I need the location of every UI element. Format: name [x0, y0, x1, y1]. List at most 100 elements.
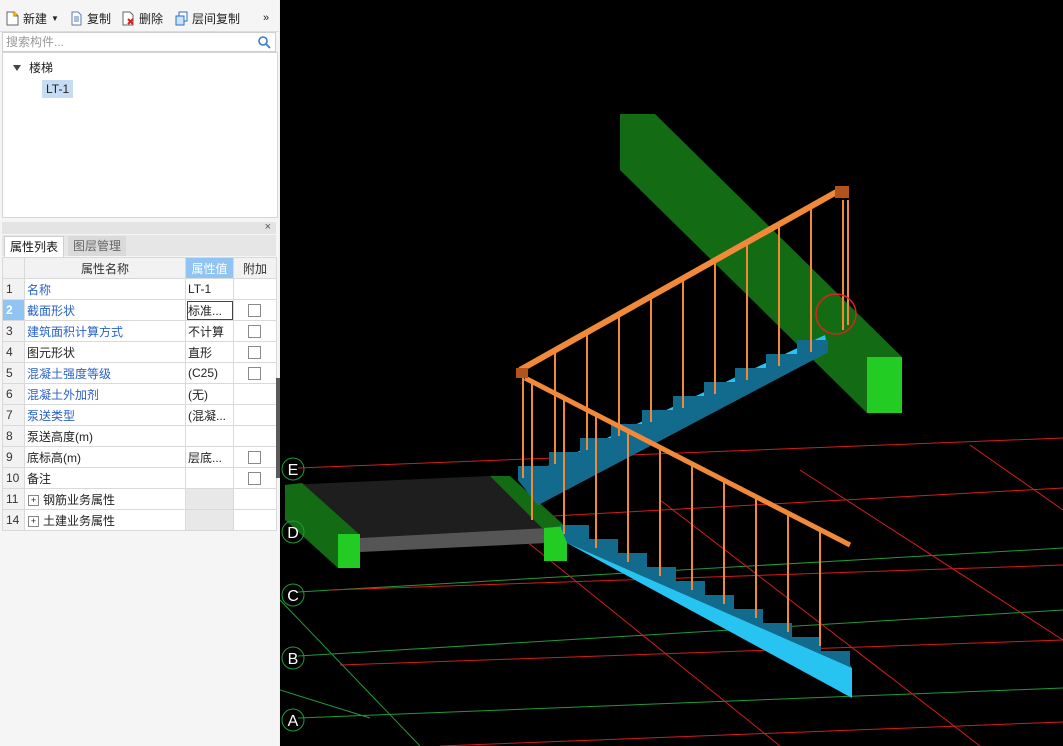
- table-row[interactable]: 6 混凝土外加剂 (无): [2, 383, 277, 405]
- extra-cell: [233, 404, 277, 426]
- floor-copy-label: 层间复制: [192, 11, 241, 26]
- copy-button[interactable]: 复制: [70, 9, 111, 27]
- tab-layer-management[interactable]: 图层管理: [68, 236, 127, 256]
- table-row[interactable]: 14 + 土建业务属性: [2, 509, 277, 531]
- table-row[interactable]: 10 备注: [2, 467, 277, 489]
- close-panel-icon[interactable]: ×: [265, 221, 271, 233]
- property-name: 泵送类型: [24, 404, 186, 426]
- header-property-value: 属性值: [185, 257, 234, 279]
- svg-text:D: D: [287, 525, 299, 542]
- delete-button[interactable]: 删除: [122, 9, 163, 27]
- extra-cell: [233, 278, 277, 300]
- property-value[interactable]: LT-1: [185, 278, 234, 300]
- copy-icon: [71, 11, 82, 25]
- extra-cell: [233, 341, 277, 363]
- extra-cell: [233, 383, 277, 405]
- property-name: 混凝土外加剂: [24, 383, 186, 405]
- row-number: 5: [2, 362, 25, 384]
- lower-stair-flight: [560, 525, 852, 698]
- expand-plus-icon[interactable]: +: [28, 515, 39, 527]
- svg-text:E: E: [288, 462, 299, 479]
- property-name: 混凝土强度等级: [24, 362, 186, 384]
- tree-item-lt1[interactable]: LT-1: [42, 80, 74, 98]
- extra-checkbox[interactable]: [248, 304, 261, 318]
- extra-checkbox[interactable]: [248, 451, 261, 465]
- row-number: 10: [2, 467, 25, 489]
- row-number: 4: [2, 341, 25, 363]
- floor-copy-button[interactable]: 层间复制: [175, 9, 240, 27]
- tree-node-stairs[interactable]: 楼梯: [13, 59, 53, 76]
- table-row[interactable]: 4 图元形状 直形: [2, 341, 277, 363]
- table-row[interactable]: 1 名称 LT-1: [2, 278, 277, 300]
- svg-text:B: B: [288, 651, 299, 668]
- table-row[interactable]: 5 混凝土强度等级 (C25): [2, 362, 277, 384]
- table-row[interactable]: 8 泵送高度(m): [2, 425, 277, 447]
- property-group[interactable]: + 土建业务属性: [24, 509, 186, 531]
- row-number: 1: [2, 278, 25, 300]
- property-value[interactable]: 层底...: [185, 446, 234, 468]
- panel-splitter[interactable]: ×: [2, 221, 276, 234]
- table-row[interactable]: 11 + 钢筋业务属性: [2, 488, 277, 510]
- grid-header-row: 属性名称 属性值 附加: [2, 257, 277, 279]
- row-number: 11: [2, 488, 25, 510]
- extra-cell: [233, 320, 277, 342]
- search-icon[interactable]: [257, 35, 271, 49]
- extra-cell: [233, 488, 277, 510]
- component-tree: 楼梯 LT-1: [2, 52, 278, 218]
- extra-cell: [233, 299, 277, 321]
- extra-checkbox[interactable]: [248, 472, 261, 486]
- table-row[interactable]: 9 底标高(m) 层底...: [2, 446, 277, 468]
- svg-text:C: C: [287, 588, 299, 605]
- table-row[interactable]: 2 截面形状 标准...: [2, 299, 277, 321]
- header-extra: 附加: [233, 257, 277, 279]
- lower-steps: [560, 525, 852, 668]
- table-row[interactable]: 7 泵送类型 (混凝...: [2, 404, 277, 426]
- expand-plus-icon[interactable]: +: [28, 494, 39, 506]
- property-value[interactable]: (无): [185, 383, 234, 405]
- new-button[interactable]: 新建 ▼: [6, 9, 59, 27]
- row-number: 6: [2, 383, 25, 405]
- row-number: 3: [2, 320, 25, 342]
- extra-checkbox[interactable]: [248, 325, 261, 339]
- landing: [285, 476, 567, 568]
- property-value[interactable]: (混凝...: [185, 404, 234, 426]
- header-property-name: 属性名称: [24, 257, 186, 279]
- property-name: 泵送高度(m): [24, 425, 186, 447]
- collapse-triangle-icon[interactable]: [13, 64, 21, 71]
- axis-label-b: B: [281, 646, 305, 670]
- property-name: 名称: [24, 278, 186, 300]
- new-label: 新建: [23, 11, 48, 26]
- toolbar: 新建 ▼ 复制 删除 层间复制 »: [0, 0, 279, 32]
- component-panel: 新建 ▼ 复制 删除 层间复制 » 楼梯 LT-1 × 属性列表 图层管理: [0, 0, 279, 746]
- axis-label-a: A: [281, 708, 305, 732]
- 3d-viewport[interactable]: E D C B A: [280, 0, 1063, 746]
- extra-checkbox[interactable]: [248, 346, 261, 360]
- extra-cell: [233, 509, 277, 531]
- property-value[interactable]: 不计算: [185, 320, 234, 342]
- toolbar-overflow-button[interactable]: »: [263, 9, 269, 27]
- stair-3d-model: E D C B A: [280, 114, 1063, 746]
- search-input[interactable]: [3, 33, 257, 51]
- property-value[interactable]: 标准...: [185, 299, 234, 321]
- property-value[interactable]: (C25): [185, 362, 234, 384]
- tab-property-list[interactable]: 属性列表: [4, 236, 65, 257]
- table-row[interactable]: 3 建筑面积计算方式 不计算: [2, 320, 277, 342]
- row-number: 14: [2, 509, 25, 531]
- row-number: 2: [2, 299, 25, 321]
- property-group[interactable]: + 钢筋业务属性: [24, 488, 186, 510]
- property-value[interactable]: 直形: [185, 341, 234, 363]
- row-number: 8: [2, 425, 25, 447]
- extra-checkbox[interactable]: [248, 367, 261, 381]
- row-number: 7: [2, 404, 25, 426]
- new-doc-icon: [6, 10, 19, 25]
- property-name: 钢筋业务属性: [43, 492, 116, 507]
- copy-label: 复制: [87, 11, 112, 26]
- new-dropdown-arrow-icon[interactable]: ▼: [51, 14, 59, 23]
- header-index: [2, 257, 25, 279]
- extra-cell: [233, 425, 277, 447]
- property-value[interactable]: [185, 467, 234, 489]
- property-value[interactable]: [185, 425, 234, 447]
- tree-node-label: 楼梯: [29, 61, 54, 75]
- delete-label: 删除: [139, 11, 164, 26]
- search-box: [2, 32, 276, 52]
